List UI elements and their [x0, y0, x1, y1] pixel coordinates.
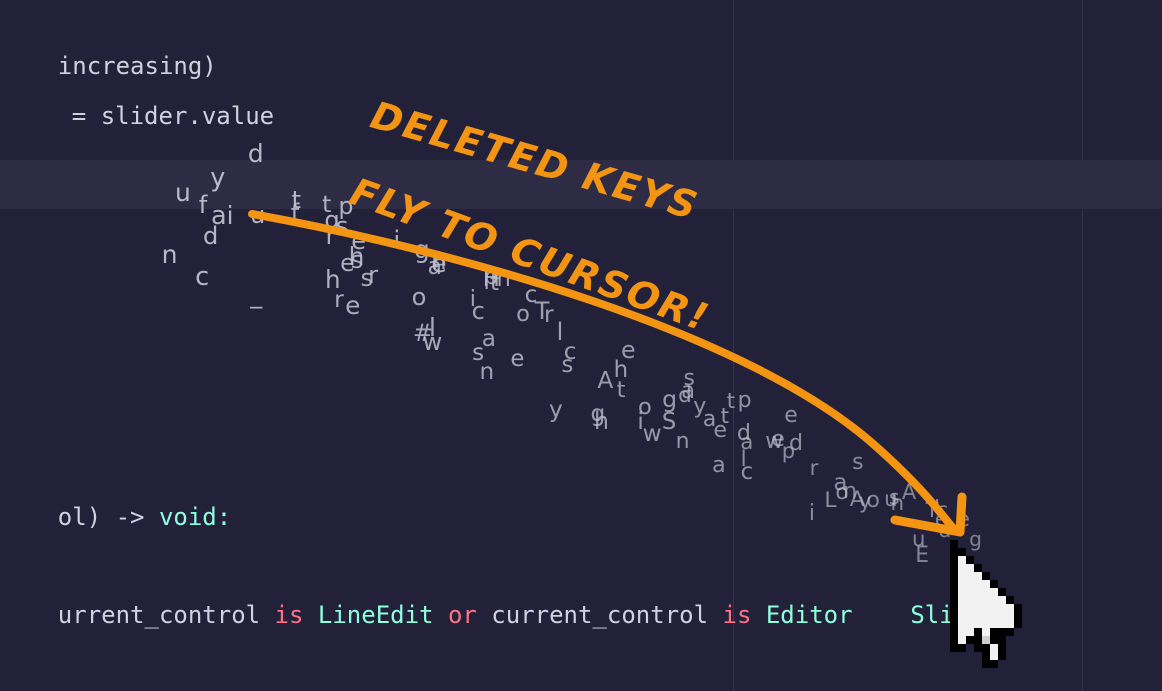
code-editor[interactable]: increasing) = slider.value ol) -> void: …: [0, 0, 1162, 691]
mouse-cursor-icon: [950, 540, 1022, 668]
